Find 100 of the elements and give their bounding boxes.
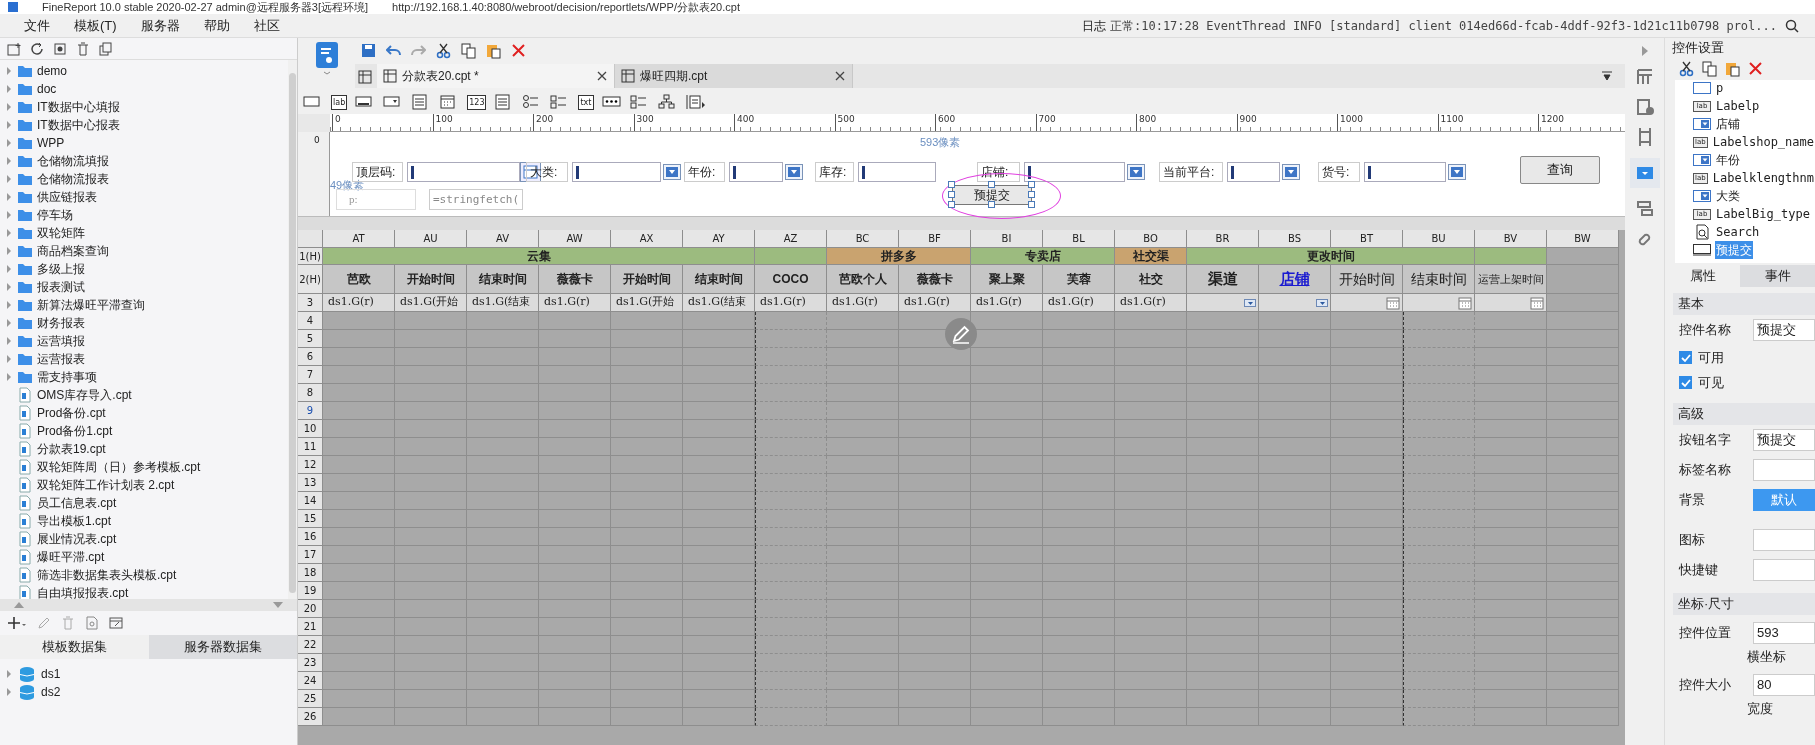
tree-item[interactable]: 财务报表 bbox=[37, 314, 85, 332]
editor-tab[interactable]: 分款表20.cpt * bbox=[377, 64, 615, 88]
edit-pencil-icon[interactable] bbox=[945, 318, 977, 350]
delete-icon[interactable] bbox=[1748, 61, 1763, 77]
gear-icon[interactable] bbox=[53, 41, 67, 56]
column-header[interactable]: BI bbox=[971, 230, 1043, 248]
refresh-icon[interactable] bbox=[30, 41, 44, 56]
log-button[interactable]: 日志 bbox=[1078, 16, 1110, 35]
text-box-icon[interactable] bbox=[303, 94, 323, 110]
row-header[interactable]: 8 bbox=[298, 384, 323, 402]
row-header[interactable]: 22 bbox=[298, 636, 323, 654]
dropdown-icon[interactable] bbox=[1448, 164, 1466, 180]
row-header[interactable]: 1(H) bbox=[298, 248, 323, 265]
input-field[interactable]: 预提交 bbox=[1753, 429, 1815, 451]
row-header[interactable]: 12 bbox=[298, 456, 323, 474]
row-header[interactable]: 4 bbox=[298, 312, 323, 330]
widget-tree-item[interactable]: Labelklengthnm bbox=[1711, 169, 1815, 187]
row-header[interactable]: 20 bbox=[298, 600, 323, 618]
widget-type-icon[interactable]: 123 bbox=[467, 94, 487, 110]
condition-icon[interactable] bbox=[1635, 200, 1654, 218]
input-field[interactable] bbox=[1024, 162, 1125, 182]
dataset-item[interactable]: ds1 bbox=[41, 665, 61, 683]
tree-widget-icon[interactable] bbox=[657, 94, 678, 110]
expand-right-icon[interactable] bbox=[1640, 46, 1649, 56]
close-icon[interactable] bbox=[596, 70, 608, 82]
new-folder-icon[interactable] bbox=[7, 41, 21, 56]
preview-icon[interactable] bbox=[85, 616, 99, 630]
close-icon[interactable] bbox=[834, 70, 846, 82]
tree-item[interactable]: 筛选非数据集表头模板.cpt bbox=[37, 566, 177, 584]
dataset-tab[interactable]: 服务器数据集 bbox=[148, 635, 297, 659]
copy-icon[interactable] bbox=[461, 43, 476, 59]
tree-item[interactable]: IT数据中心填报 bbox=[37, 98, 120, 116]
row-header[interactable]: 16 bbox=[298, 528, 323, 546]
widget-tree-item[interactable]: Search bbox=[1715, 223, 1761, 241]
column-header[interactable]: BW bbox=[1547, 230, 1619, 248]
delete-icon[interactable] bbox=[76, 41, 90, 56]
more-widgets-icon[interactable] bbox=[685, 94, 706, 110]
tree-item[interactable]: 新算法爆旺平滞查询 bbox=[37, 296, 145, 314]
report-info-icon[interactable] bbox=[1635, 98, 1654, 116]
paste-icon[interactable] bbox=[486, 43, 501, 59]
widget-tree-item[interactable]: p bbox=[1715, 80, 1725, 97]
row-header[interactable]: 11 bbox=[298, 438, 323, 456]
copy-icon[interactable] bbox=[1702, 61, 1717, 77]
row-header[interactable]: 15 bbox=[298, 510, 323, 528]
widget-tree-item[interactable]: 大类 bbox=[1715, 187, 1741, 205]
column-header[interactable]: BT bbox=[1331, 230, 1403, 248]
search-icon[interactable] bbox=[1785, 18, 1799, 33]
layout-icon[interactable] bbox=[1635, 68, 1654, 86]
row-header[interactable]: 10 bbox=[298, 420, 323, 438]
tree-item[interactable]: Prod备份1.cpt bbox=[37, 422, 113, 440]
designer-logo-icon[interactable] bbox=[314, 41, 339, 75]
row-header[interactable]: 9 bbox=[298, 402, 323, 420]
row-header[interactable]: 17 bbox=[298, 546, 323, 564]
row-header[interactable]: 13 bbox=[298, 474, 323, 492]
row-header[interactable]: 18 bbox=[298, 564, 323, 582]
column-header[interactable]: BL bbox=[1043, 230, 1115, 248]
input-field[interactable] bbox=[572, 162, 661, 182]
query-button[interactable]: 查询 bbox=[1520, 156, 1600, 184]
input-field[interactable] bbox=[1227, 162, 1280, 182]
menu-item[interactable]: 社区 bbox=[241, 15, 292, 36]
tree-item[interactable]: demo bbox=[37, 62, 68, 80]
save-icon[interactable] bbox=[361, 43, 376, 59]
widget-settings-icon[interactable] bbox=[1629, 158, 1660, 188]
tree-item[interactable]: 仓储物流填报 bbox=[37, 152, 109, 170]
menu-item[interactable]: 文件 bbox=[12, 15, 62, 36]
input-field[interactable]: 预提交 bbox=[1753, 319, 1815, 341]
dropdown-icon[interactable] bbox=[1127, 164, 1145, 180]
tree-item[interactable]: 报表测试 bbox=[37, 278, 85, 296]
tree-item[interactable]: 供应链报表 bbox=[37, 188, 97, 206]
dataset-item[interactable]: ds2 bbox=[41, 683, 61, 701]
input-field[interactable] bbox=[858, 162, 936, 182]
input-field[interactable] bbox=[407, 162, 520, 182]
column-header[interactable]: AW bbox=[539, 230, 611, 248]
dataset-tab[interactable]: 模板数据集 bbox=[0, 635, 149, 659]
dropdown-icon[interactable] bbox=[663, 164, 681, 180]
column-header[interactable]: BF bbox=[899, 230, 971, 248]
column-header[interactable]: AY bbox=[683, 230, 755, 248]
menu-item[interactable]: 模板(T) bbox=[62, 15, 129, 36]
copy-icon[interactable] bbox=[99, 41, 113, 56]
column-header[interactable]: BS bbox=[1259, 230, 1331, 248]
tree-item[interactable]: 双轮矩阵工作计划表 2.cpt bbox=[37, 476, 175, 494]
column-header[interactable]: BV bbox=[1475, 230, 1547, 248]
checkbox[interactable] bbox=[1679, 351, 1692, 364]
menu-item[interactable]: 帮助 bbox=[191, 15, 242, 36]
tree-item[interactable]: 双轮矩阵 bbox=[37, 224, 85, 242]
menu-item[interactable]: 服务器 bbox=[128, 15, 192, 36]
column-header[interactable]: AT bbox=[323, 230, 395, 248]
cut-icon[interactable] bbox=[1679, 61, 1694, 77]
row-header[interactable]: 6 bbox=[298, 348, 323, 366]
checkbox[interactable] bbox=[1679, 376, 1692, 389]
widget-tree-item[interactable]: LabelBig_type bbox=[1715, 205, 1811, 223]
collapse-up-icon[interactable] bbox=[14, 602, 24, 608]
dataset-edit-icon[interactable] bbox=[109, 616, 123, 630]
tree-item[interactable]: 多级上报 bbox=[37, 260, 85, 278]
column-header[interactable]: AU bbox=[395, 230, 467, 248]
tree-item[interactable]: OMS库存导入.cpt bbox=[37, 386, 132, 404]
row-header[interactable]: 24 bbox=[298, 672, 323, 690]
tree-item[interactable]: Prod备份.cpt bbox=[37, 404, 106, 422]
row-header[interactable]: 26 bbox=[298, 708, 323, 726]
column-header[interactable]: BO bbox=[1115, 230, 1187, 248]
